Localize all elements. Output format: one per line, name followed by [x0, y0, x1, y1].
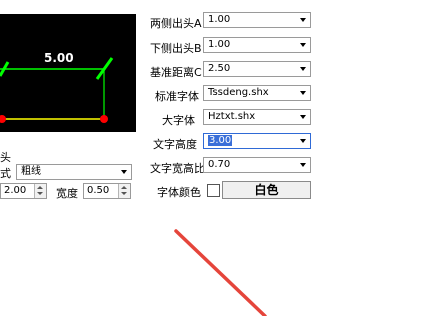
- field-c-combo[interactable]: 2.50: [203, 61, 311, 77]
- spin-up-icon[interactable]: [121, 186, 127, 189]
- field-label-b: 下侧出头B: [150, 42, 202, 55]
- text-color-button[interactable]: 白色: [222, 181, 311, 199]
- line-style-value: 粗线: [21, 166, 41, 177]
- spin-up-icon[interactable]: [37, 186, 43, 189]
- width-prefix-value: 2.00: [4, 185, 27, 196]
- spinner-buttons[interactable]: [34, 184, 46, 198]
- chevron-down-icon[interactable]: [300, 163, 306, 167]
- preview-drawing: [0, 57, 114, 123]
- dimension-text: 5.00: [44, 51, 74, 65]
- big-font-value: Hztxt.shx: [208, 111, 256, 122]
- width-spinner[interactable]: 0.50: [83, 183, 131, 199]
- chevron-down-icon[interactable]: [300, 115, 306, 119]
- line-style-combo[interactable]: 粗线: [16, 164, 132, 180]
- text-height-combo[interactable]: 3.00: [203, 133, 311, 149]
- width-prefix-spinner[interactable]: 2.00: [0, 183, 47, 199]
- standard-font-combo[interactable]: Tssdeng.shx: [203, 85, 311, 101]
- field-c-value: 2.50: [208, 63, 231, 74]
- field-b-value: 1.00: [208, 39, 231, 50]
- aspect-ratio-combo[interactable]: 0.70: [203, 157, 311, 173]
- dot-left: [0, 115, 6, 123]
- spin-down-icon[interactable]: [37, 192, 43, 195]
- chevron-down-icon[interactable]: [300, 67, 306, 71]
- chevron-down-icon[interactable]: [300, 91, 306, 95]
- field-label-aspect-ratio: 文字宽高比: [150, 162, 205, 175]
- field-a-value: 1.00: [208, 14, 231, 25]
- chevron-down-icon[interactable]: [121, 170, 127, 174]
- chevron-down-icon[interactable]: [300, 18, 306, 22]
- chevron-down-icon[interactable]: [300, 139, 306, 143]
- label-head: 头: [0, 151, 11, 164]
- dot-right: [100, 115, 108, 123]
- field-label-c: 基准距离C: [150, 66, 202, 79]
- standard-font-value: Tssdeng.shx: [208, 87, 269, 98]
- field-a-combo[interactable]: 1.00: [203, 12, 311, 28]
- field-label-big-font: 大字体: [162, 114, 195, 127]
- big-font-combo[interactable]: Hztxt.shx: [203, 109, 311, 125]
- chevron-down-icon[interactable]: [300, 43, 306, 47]
- width-label: 宽度: [56, 187, 78, 200]
- spin-down-icon[interactable]: [121, 192, 127, 195]
- field-label-text-height: 文字高度: [153, 138, 197, 151]
- text-height-value: 3.00: [208, 135, 233, 146]
- label-style: 式: [0, 167, 11, 180]
- aspect-ratio-value: 0.70: [208, 159, 231, 170]
- text-color-label: 字体颜色: [157, 186, 201, 199]
- field-b-combo[interactable]: 1.00: [203, 37, 311, 53]
- dimension-preview: 5.00: [0, 14, 136, 132]
- spinner-buttons[interactable]: [118, 184, 130, 198]
- width-value: 0.50: [87, 185, 110, 196]
- text-color-checkbox[interactable]: [207, 184, 220, 197]
- field-label-a: 两侧出头A: [150, 17, 202, 30]
- field-label-standard-font: 标准字体: [155, 90, 199, 103]
